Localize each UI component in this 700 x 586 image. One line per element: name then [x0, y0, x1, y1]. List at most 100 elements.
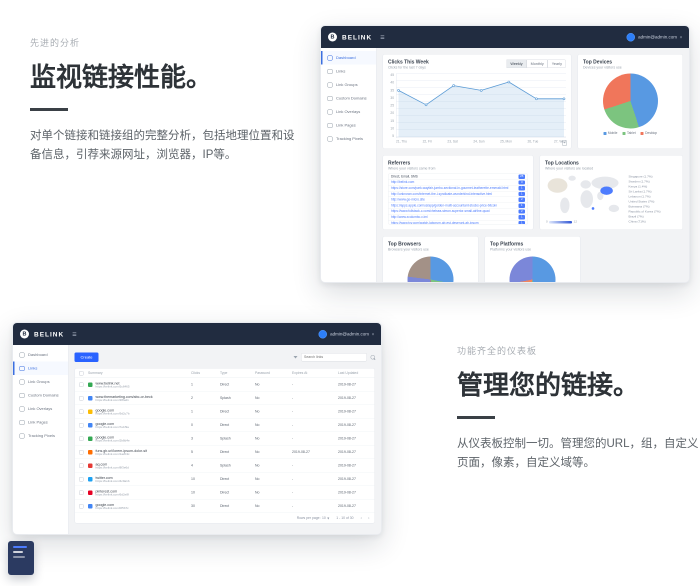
sidebar-item[interactable]: Link Overlays	[321, 105, 376, 119]
sidebar-item-label: Tracking Pixels	[28, 434, 55, 439]
referrer-url: https://www.tyy.com/watch-laborum-ab-est…	[391, 221, 478, 224]
sidebar-item-label: Link Pages	[336, 123, 356, 128]
sidebar: Dashboard Links Link Groups	[13, 345, 69, 534]
row-checkbox[interactable]	[79, 409, 84, 414]
table-row[interactable]: google.com https://belink.com/0f5b7c 30 …	[75, 500, 375, 514]
row-checkbox[interactable]	[79, 436, 84, 441]
period-tab[interactable]: Weekly	[506, 60, 526, 69]
links-main: Create Summary Clicks Type	[69, 345, 382, 534]
sidebar-item-icon	[20, 366, 25, 371]
sidebar-item-icon	[328, 82, 333, 87]
link-password: No	[255, 450, 292, 454]
column-header-password[interactable]: Password	[255, 371, 292, 375]
column-header-clicks[interactable]: Clicks	[191, 371, 220, 375]
sidebar-item[interactable]: Link Groups	[321, 78, 376, 92]
table-row[interactable]: aq.com https://belink.com/8f3e6d 4 Splas…	[75, 459, 375, 473]
referrer-url: http://www.xcolumbo.c.im/	[391, 215, 428, 219]
sidebar-item[interactable]: Custom Domains	[321, 92, 376, 106]
search-input[interactable]	[301, 353, 367, 362]
table-row[interactable]: funs.gb.url/lorem-ipsum-dolor-sit https:…	[75, 446, 375, 460]
table-row[interactable]: www.themarketing.com/abc-or-beck https:/…	[75, 392, 375, 406]
sidebar-item[interactable]: Links	[321, 65, 376, 79]
link-favicon	[88, 423, 93, 428]
legend-swatch	[641, 132, 644, 135]
feature-copy-manage: 功能齐全的仪表板 管理您的链接。 从仪表板控制一切。管理您的URL，组，自定义页…	[457, 344, 700, 474]
table-row[interactable]: google.com https://belink.com/9d2c7b 1 D…	[75, 405, 375, 419]
sidebar-item[interactable]: Tracking Pixels	[321, 132, 376, 146]
card-subtitle: Platforms your visitors use	[490, 248, 575, 252]
link-favicon	[88, 396, 93, 401]
row-checkbox[interactable]	[79, 423, 84, 428]
table-row[interactable]: pinterest.com https://belink.com/6d2e8f …	[75, 486, 375, 500]
column-header-updated[interactable]: Last Updated	[338, 371, 381, 375]
link-type: Direct	[220, 450, 255, 454]
sidebar-item[interactable]: Link Groups	[13, 375, 68, 389]
row-checkbox[interactable]	[79, 450, 84, 455]
sidebar-item-label: Dashboard	[28, 353, 48, 358]
map-scale: 0 12	[546, 221, 577, 224]
row-checkbox[interactable]	[79, 463, 84, 468]
row-checkbox[interactable]	[79, 477, 84, 482]
link-favicon	[88, 450, 93, 455]
period-tab[interactable]: Monthly	[527, 60, 548, 69]
sidebar-item[interactable]: Dashboard	[13, 348, 68, 362]
y-tick-label: 40	[388, 81, 394, 85]
link-clicks: 0	[191, 423, 220, 427]
y-tick-label: 20	[388, 112, 394, 116]
user-menu[interactable]: admin@admin.com ▾	[627, 33, 682, 42]
rows-per-page-select[interactable]: Rows per page: 10 ▾	[297, 516, 330, 521]
x-tick-label: 24, Sun	[473, 140, 484, 144]
filter-icon[interactable]	[294, 356, 298, 359]
row-checkbox[interactable]	[79, 504, 84, 509]
table-row[interactable]: twitter.com https://belink.com/4c9a1b 10…	[75, 473, 375, 487]
column-header-expires[interactable]: Expires At	[292, 371, 338, 375]
table-row[interactable]: google.com https://belink.com/2b8d4e 3 S…	[75, 432, 375, 446]
sidebar-item[interactable]: Dashboard	[321, 51, 376, 65]
sidebar-item-icon	[328, 69, 333, 74]
sidebar-item[interactable]: Tracking Pixels	[13, 429, 68, 443]
hamburger-menu-icon[interactable]: ≡	[72, 330, 76, 339]
search-icon[interactable]	[371, 355, 376, 360]
row-checkbox[interactable]	[79, 396, 84, 401]
column-header-summary[interactable]: Summary	[88, 371, 191, 375]
legend-label: Mobile	[608, 132, 618, 136]
export-icon[interactable]	[562, 141, 567, 146]
link-clicks: 1	[191, 383, 220, 387]
y-tick-label: 5	[388, 135, 394, 139]
link-type: Direct	[220, 423, 255, 427]
chevron-down-icon: ▾	[327, 516, 329, 521]
table-row[interactable]: google.com https://belink.com/7e1f9a 0 D…	[75, 419, 375, 433]
referrer-row[interactable]: https://www.tyy.com/watch-laborum-ab-est…	[389, 220, 528, 224]
table-row[interactable]: www.belink.net https://belink.com/5c6465…	[75, 378, 375, 392]
links-dashboard-screenshot: B BELINK ≡ admin@admin.com ▾ Dashboar	[12, 322, 382, 535]
column-header-type[interactable]: Type	[220, 371, 255, 375]
create-link-button[interactable]: Create	[75, 352, 99, 362]
click-count-badge: 1	[519, 215, 526, 219]
prev-page-button[interactable]: ‹	[361, 516, 363, 521]
link-clicks: 10	[191, 491, 220, 495]
user-menu[interactable]: admin@admin.com ▾	[319, 330, 374, 339]
sidebar-item-icon	[20, 406, 25, 411]
link-updated: 2019-08-27	[338, 396, 381, 400]
sidebar-item[interactable]: Link Pages	[13, 416, 68, 430]
world-map: 0 12	[545, 173, 629, 225]
period-tab[interactable]: Yearly	[548, 60, 566, 69]
card-subtitle: Clicks for the last 7 days	[388, 66, 429, 70]
sidebar-item[interactable]: Links	[13, 362, 68, 376]
sidebar-item[interactable]: Link Overlays	[13, 402, 68, 416]
sidebar-item-label: Tracking Pixels	[336, 137, 363, 142]
world-map-svg	[545, 173, 629, 223]
next-page-button[interactable]: ›	[368, 516, 370, 521]
hamburger-menu-icon[interactable]: ≡	[380, 33, 384, 42]
row-checkbox[interactable]	[79, 490, 84, 495]
sidebar-item[interactable]: Custom Domains	[13, 389, 68, 403]
x-tick-label: 21, Thu	[396, 140, 407, 144]
row-checkbox[interactable]	[79, 382, 84, 387]
legend-swatch	[603, 132, 606, 135]
link-clicks: 30	[191, 504, 220, 508]
link-short-url: https://belink.com/9d2c7b	[96, 412, 130, 415]
link-short-url: https://belink.com/6d2e8f	[96, 493, 129, 496]
sidebar-item[interactable]: Link Pages	[321, 119, 376, 133]
select-all-checkbox[interactable]	[79, 371, 84, 376]
chevron-down-icon: ▾	[372, 332, 374, 337]
